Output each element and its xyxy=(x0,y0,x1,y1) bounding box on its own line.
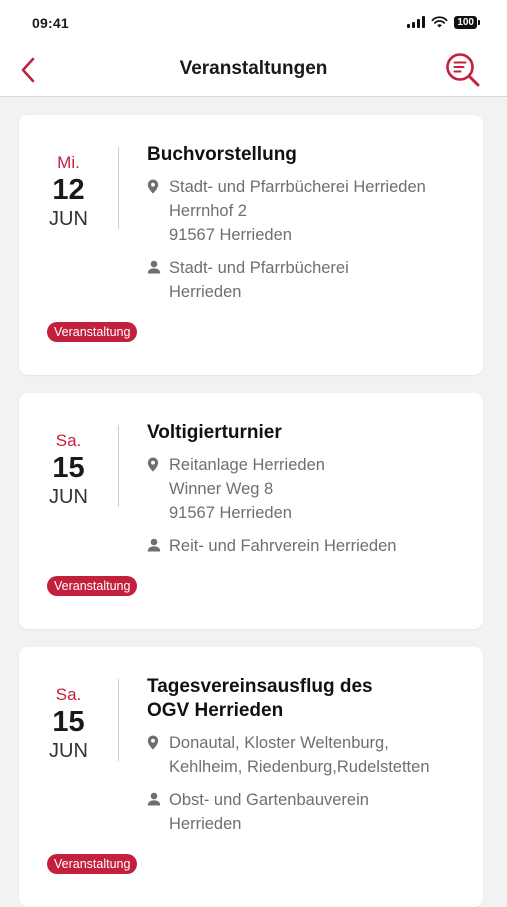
location-line: Donautal, Kloster Weltenburg, xyxy=(169,734,389,752)
event-month: JUN xyxy=(49,208,88,230)
location-line: Reitanlage Herrieden xyxy=(169,456,325,474)
event-month: JUN xyxy=(49,740,88,762)
location-line: 91567 Herrieden xyxy=(169,504,292,522)
event-card[interactable]: Sa. 15 JUN Voltigierturnier Reitanlage H… xyxy=(19,393,483,629)
status-bar: 09:41 100 xyxy=(0,0,507,46)
search-filter-button[interactable] xyxy=(441,48,485,92)
nav-bar: Veranstaltungen xyxy=(0,46,507,97)
event-location: Donautal, Kloster Weltenburg, Kehlheim, … xyxy=(147,731,463,779)
wifi-icon xyxy=(431,16,448,28)
event-weekday: Sa. xyxy=(55,431,82,450)
location-line: Herrnhof 2 xyxy=(169,202,247,220)
event-card[interactable]: Sa. 15 JUN Tagesvereinsausflug des OGV H… xyxy=(19,647,483,907)
battery-icon: 100 xyxy=(454,15,480,29)
event-day-number: 15 xyxy=(52,452,85,484)
signal-icon xyxy=(407,16,426,28)
event-location: Stadt- und Pfarrbücherei Herrieden Herrn… xyxy=(147,175,463,247)
event-weekday: Mi. xyxy=(57,153,80,172)
person-icon xyxy=(147,260,161,274)
event-card[interactable]: Mi. 12 JUN Buchvorstellung Stadt- und Pf… xyxy=(19,115,483,375)
event-weekday: Sa. xyxy=(55,685,82,704)
event-date: Sa. 15 JUN xyxy=(19,679,119,762)
event-organizer: Obst- und Gartenbauverein Herrieden xyxy=(147,788,463,836)
person-icon xyxy=(147,538,161,552)
person-icon xyxy=(147,792,161,806)
event-date: Mi. 12 JUN xyxy=(19,147,119,230)
location-line: 91567 Herrieden xyxy=(169,226,292,244)
event-organizer: Reit- und Fahrverein Herrieden xyxy=(147,534,463,558)
event-location: Reitanlage Herrieden Winner Weg 8 91567 … xyxy=(147,453,463,525)
event-organizer: Stadt- und Pfarrbücherei Herrieden xyxy=(147,256,463,304)
location-line: Kehlheim, Riedenburg,Rudelstetten xyxy=(169,758,430,776)
organizer-line: Reit- und Fahrverein Herrieden xyxy=(169,537,397,555)
location-line: Stadt- und Pfarrbücherei Herrieden xyxy=(169,178,426,196)
organizer-line: Stadt- und Pfarrbücherei xyxy=(169,259,349,277)
event-title: Voltigierturnier xyxy=(147,422,282,443)
location-pin-icon xyxy=(147,735,159,750)
event-day-number: 12 xyxy=(52,174,85,206)
status-icons: 100 xyxy=(407,13,480,31)
event-date: Sa. 15 JUN xyxy=(19,425,119,508)
event-title: Buchvorstellung xyxy=(147,144,297,165)
organizer-line: Herrieden xyxy=(169,815,242,833)
event-month: JUN xyxy=(49,486,88,508)
category-badge: Veranstaltung xyxy=(47,322,138,342)
location-pin-icon xyxy=(147,457,159,472)
page-title: Veranstaltungen xyxy=(179,58,328,79)
event-title: Tagesvereinsausflug des OGV Herrieden xyxy=(147,676,373,721)
event-day-number: 15 xyxy=(52,706,85,738)
location-pin-icon xyxy=(147,179,159,194)
organizer-line: Herrieden xyxy=(169,283,242,301)
location-line: Winner Weg 8 xyxy=(169,480,274,498)
organizer-line: Obst- und Gartenbauverein xyxy=(169,791,369,809)
search-filter-icon xyxy=(446,53,480,87)
status-time: 09:41 xyxy=(32,15,69,31)
category-badge: Veranstaltung xyxy=(47,854,138,874)
event-list[interactable]: Mi. 12 JUN Buchvorstellung Stadt- und Pf… xyxy=(0,97,507,907)
category-badge: Veranstaltung xyxy=(47,576,138,596)
